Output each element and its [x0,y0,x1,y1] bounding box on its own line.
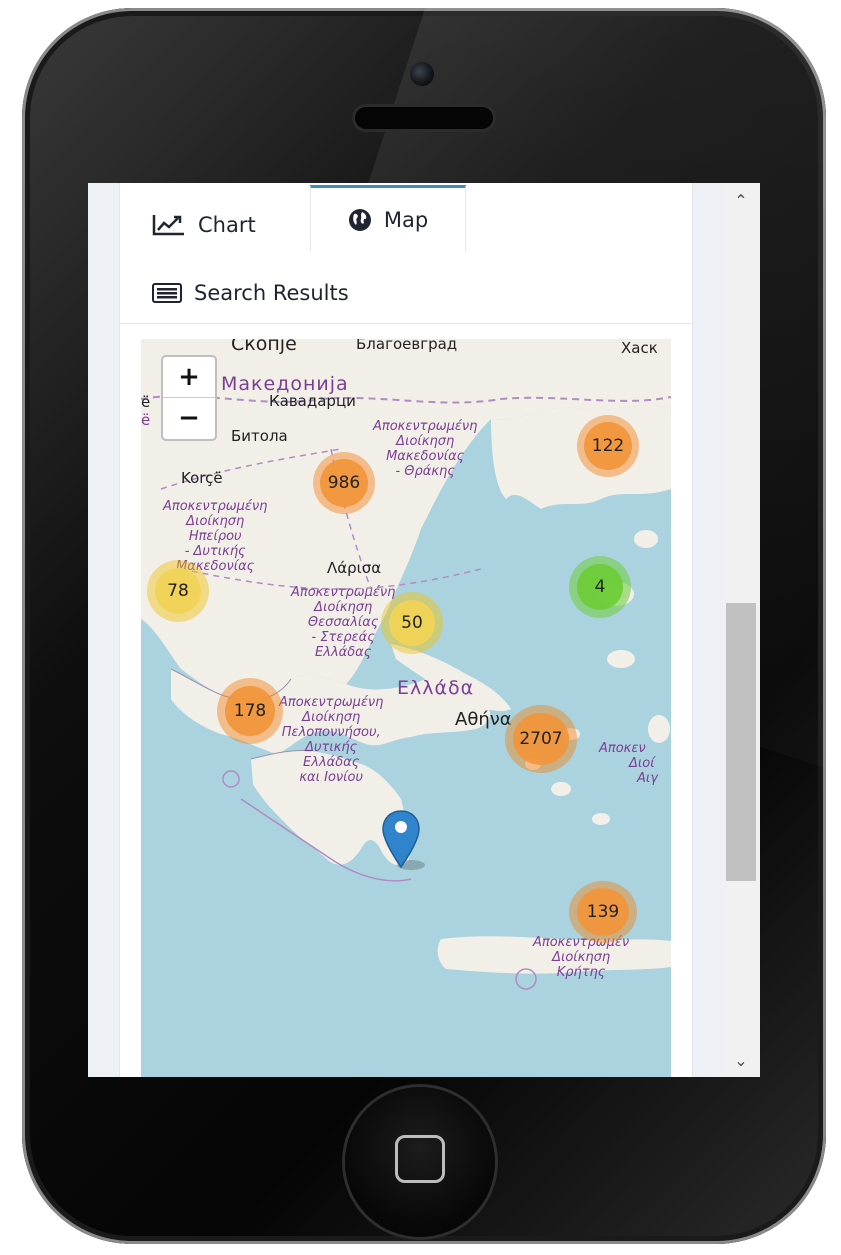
label-line: Ελλάδας [303,755,360,770]
zoom-in-button[interactable]: + [163,357,215,397]
label-line: Ηπείρου [188,529,242,544]
tab-chart-label: Chart [198,213,256,237]
home-button[interactable] [345,1087,495,1237]
label-line: Διοί [629,756,655,771]
tab-map[interactable]: Map [310,185,466,251]
cluster-count: 78 [155,568,201,614]
cluster-count: 178 [225,686,275,736]
map-label-blagoevgrad: Благоевград [356,339,458,353]
list-icon [152,283,182,303]
label-line: Κρήτης [556,965,606,980]
map-label-crete: Αποκεντρωμέν Διοίκηση Κρήτης [533,935,629,980]
cluster-marker[interactable]: 986 [313,452,375,514]
label-line: Αποκεντρωμένη [373,419,478,434]
label-line: Διοίκηση [302,710,361,725]
earpiece-speaker [355,107,493,129]
label-line: Δυτικής [305,740,358,755]
label-line: Ελλάδας [315,645,372,660]
scroll-up-arrow-icon[interactable]: ⌃ [722,185,760,215]
map-label-kavadarci: Кавадарци [269,392,356,410]
scroll-down-arrow-icon[interactable]: ⌄ [722,1045,760,1075]
map-label-thessaly: Αποκεντρωμένη Διοίκηση Θεσσαλίας - Στερε… [291,585,395,660]
map-label-skopje: Скопје [231,339,297,355]
map-label-e1: ë [141,393,151,411]
map-label-e2: ë [141,411,151,429]
label-line: Αποκεντρωμένη [291,585,396,600]
location-pin-icon[interactable] [381,809,427,871]
map-label-larisa: Λάρισα [327,559,382,577]
map-label-peloponnese: Αποκεντρωμένη Διοίκηση Πελοποννήσου, Δυτ… [279,695,383,785]
zoom-out-button[interactable]: − [163,397,215,438]
label-line: - Δυτικής [184,544,246,559]
cluster-count: 2707 [513,713,569,765]
label-line: Διοίκηση [186,514,245,529]
cluster-marker[interactable]: 50 [381,592,443,654]
label-line: Αποκεν [599,741,646,756]
cluster-marker[interactable]: 78 [147,560,209,622]
map-label-ellada: Ελλάδα [397,677,475,699]
label-line: Αιγ [637,771,658,786]
tab-chart[interactable]: Chart [152,205,256,245]
label-line: Αποκεντρωμένη [163,499,268,514]
cluster-count: 4 [577,564,623,610]
label-line: Μακεδονίας [386,449,465,464]
map-label-aegean: Αποκεν Διοί Αιγ [599,741,658,786]
cluster-count: 986 [320,459,368,507]
label-line: - Θράκης [395,464,455,479]
phone-screen: Chart Map Search Results + − Скопје Благ… [88,183,760,1077]
label-line: Πελοποννήσου, [281,725,381,740]
map-label-macedonia-thrace: Αποκεντρωμένη Διοίκηση Μακεδονίας - Θράκ… [373,419,477,479]
map-label-korce: Korçë [181,469,223,487]
globe-icon [348,208,372,232]
cluster-marker[interactable]: 139 [569,881,637,943]
zoom-control: + − [161,355,217,441]
label-line: Αποκεντρωμένη [279,695,384,710]
cluster-marker[interactable]: 178 [217,678,283,744]
line-chart-icon [152,214,186,236]
cluster-marker[interactable]: 2707 [505,705,577,773]
front-camera [410,62,434,86]
cluster-marker[interactable]: 4 [569,556,631,618]
tab-bar: Chart Map Search Results [120,183,692,324]
cluster-count: 50 [389,600,435,646]
map-label-athina: Αθήνα [455,709,512,730]
label-line: και Ιονίου [299,770,364,785]
map-label-hask: Хаск [621,339,658,357]
label-line: Θεσσαλίας [307,615,379,630]
cluster-count: 122 [584,422,632,470]
map-view[interactable]: + − Скопје Благоевград Хаск Македонија К… [141,339,671,1077]
tab-map-label: Map [383,207,429,232]
map-label-bitola: Битола [231,427,288,445]
tab-search-results-label: Search Results [194,281,349,305]
home-square-icon [395,1135,445,1183]
vertical-scrollbar[interactable]: ⌃ ⌄ [722,183,760,1077]
cluster-marker[interactable]: 122 [577,415,639,477]
tab-search-results[interactable]: Search Results [152,273,349,313]
content-panel: Chart Map Search Results + − Скопје Благ… [119,183,693,1077]
cluster-count: 139 [577,888,629,936]
label-line: Διοίκηση [396,434,455,449]
label-line: Διοίκηση [314,600,373,615]
label-line: Διοίκηση [552,950,611,965]
scrollbar-thumb[interactable] [726,603,756,881]
label-line: - Στερεάς [311,630,375,645]
